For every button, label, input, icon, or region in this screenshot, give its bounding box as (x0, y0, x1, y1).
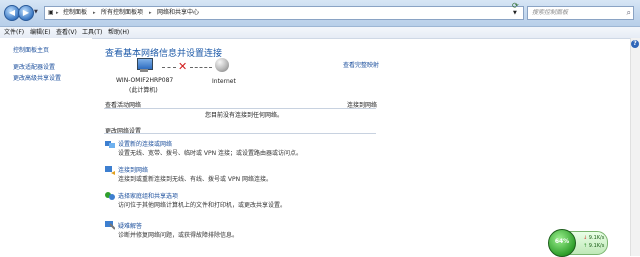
chevron-right-icon[interactable]: ▸ (56, 7, 59, 19)
sidebar: 控制面板主页 更改适配器设置 更改高级共享设置 (0, 38, 92, 256)
network-speed-gadget[interactable]: 64% ↓ 9.1K/s ↑ 9.1K/s (548, 229, 608, 257)
task-homegroup-sharing[interactable]: 选择家庭组和共享选项 (118, 191, 178, 200)
computer-icon (134, 58, 154, 74)
no-network-text: 您目前没有连接到任何网络。 (205, 112, 284, 119)
task-setup-connection[interactable]: 设置新的连接或网络 (118, 139, 172, 148)
troubleshoot-icon (105, 221, 115, 230)
homegroup-icon (105, 192, 115, 200)
internet-label: Internet (212, 78, 236, 85)
task-desc: 连接到或重新连接到无线、有线、拨号或 VPN 网络连接。 (118, 176, 273, 183)
task-connect-network[interactable]: 连接到网络 (118, 165, 148, 174)
menu-edit[interactable]: 编辑(E) (30, 27, 50, 38)
divider (104, 133, 376, 134)
menu-file[interactable]: 文件(F) (4, 27, 24, 38)
sidebar-item-advanced-sharing[interactable]: 更改高级共享设置 (13, 73, 61, 82)
task-desc: 诊断并修复网络问题，或获得故障排除信息。 (118, 232, 239, 239)
upload-speed-value: 9.1K/s (588, 243, 605, 249)
menu-bar: 文件(F) 编辑(E) 查看(V) 工具(T) 帮助(H) (0, 27, 640, 39)
gadget-ball-icon: 64% (548, 229, 576, 257)
connection-line (190, 67, 212, 68)
upload-speed: ↑ 9.1K/s (583, 243, 604, 249)
search-placeholder: 搜索控制面板 (532, 9, 569, 16)
divider (104, 108, 376, 109)
task-troubleshoot[interactable]: 疑难解答 (118, 221, 142, 230)
forward-button[interactable]: ▶ (18, 5, 34, 21)
sidebar-item-adapter-settings[interactable]: 更改适配器设置 (13, 62, 55, 71)
chevron-right-icon[interactable]: ▸ (93, 7, 96, 19)
globe-icon[interactable] (215, 58, 229, 72)
search-icon[interactable]: ⌕ (627, 7, 631, 19)
history-dropdown-icon[interactable]: ▼ (34, 9, 38, 15)
computer-name: WIN-OMIF2HRP087 (116, 77, 174, 84)
gadget-percent: 64% (554, 238, 570, 245)
download-speed-value: 9.1K/s (588, 235, 605, 241)
help-icon[interactable]: ? (631, 40, 639, 48)
search-input[interactable]: 搜索控制面板 ⌕ (527, 6, 634, 20)
error-x-icon[interactable]: ✕ (178, 60, 187, 73)
refresh-icon[interactable]: ⟳ (512, 1, 519, 10)
folder-icon: ▣ (48, 9, 54, 16)
breadcrumb-item-control-panel[interactable]: 控制面板 (63, 7, 87, 19)
scrollbar[interactable] (630, 38, 640, 256)
download-speed: ↓ 9.1K/s (583, 235, 604, 241)
address-bar: ◀ ▶ ▼ ▣ ▸ 控制面板 ▸ 所有控制面板项 ▸ 网络和共享中心 ▼ ⟳ 搜… (0, 0, 640, 27)
arrow-up-icon: ↑ (583, 243, 588, 249)
menu-view[interactable]: 查看(V) (56, 27, 77, 38)
arrow-down-icon: ↓ (583, 235, 588, 241)
connect-network-icon (105, 166, 115, 175)
menu-help[interactable]: 帮助(H) (108, 27, 129, 38)
connection-line (162, 67, 176, 68)
page-title: 查看基本网络信息并设置连接 (105, 49, 223, 59)
breadcrumb-item-network-center[interactable]: 网络和共享中心 (157, 7, 199, 19)
computer-sub: (此计算机) (129, 87, 158, 94)
chevron-right-icon[interactable]: ▸ (149, 7, 152, 19)
full-map-link[interactable]: 查看完整映射 (343, 60, 379, 69)
breadcrumb-item-all-items[interactable]: 所有控制面板项 (101, 7, 143, 19)
breadcrumb[interactable]: ▣ ▸ 控制面板 ▸ 所有控制面板项 ▸ 网络和共享中心 ▼ (44, 6, 524, 20)
network-setup-icon (105, 141, 115, 148)
sidebar-item-control-panel-home[interactable]: 控制面板主页 (13, 45, 49, 54)
menu-tools[interactable]: 工具(T) (82, 27, 102, 38)
task-desc: 设置无线、宽带、拨号、临时或 VPN 连接；或设置路由器或访问点。 (118, 150, 303, 157)
task-desc: 访问位于其他网络计算机上的文件和打印机，或更改共享设置。 (118, 202, 287, 209)
